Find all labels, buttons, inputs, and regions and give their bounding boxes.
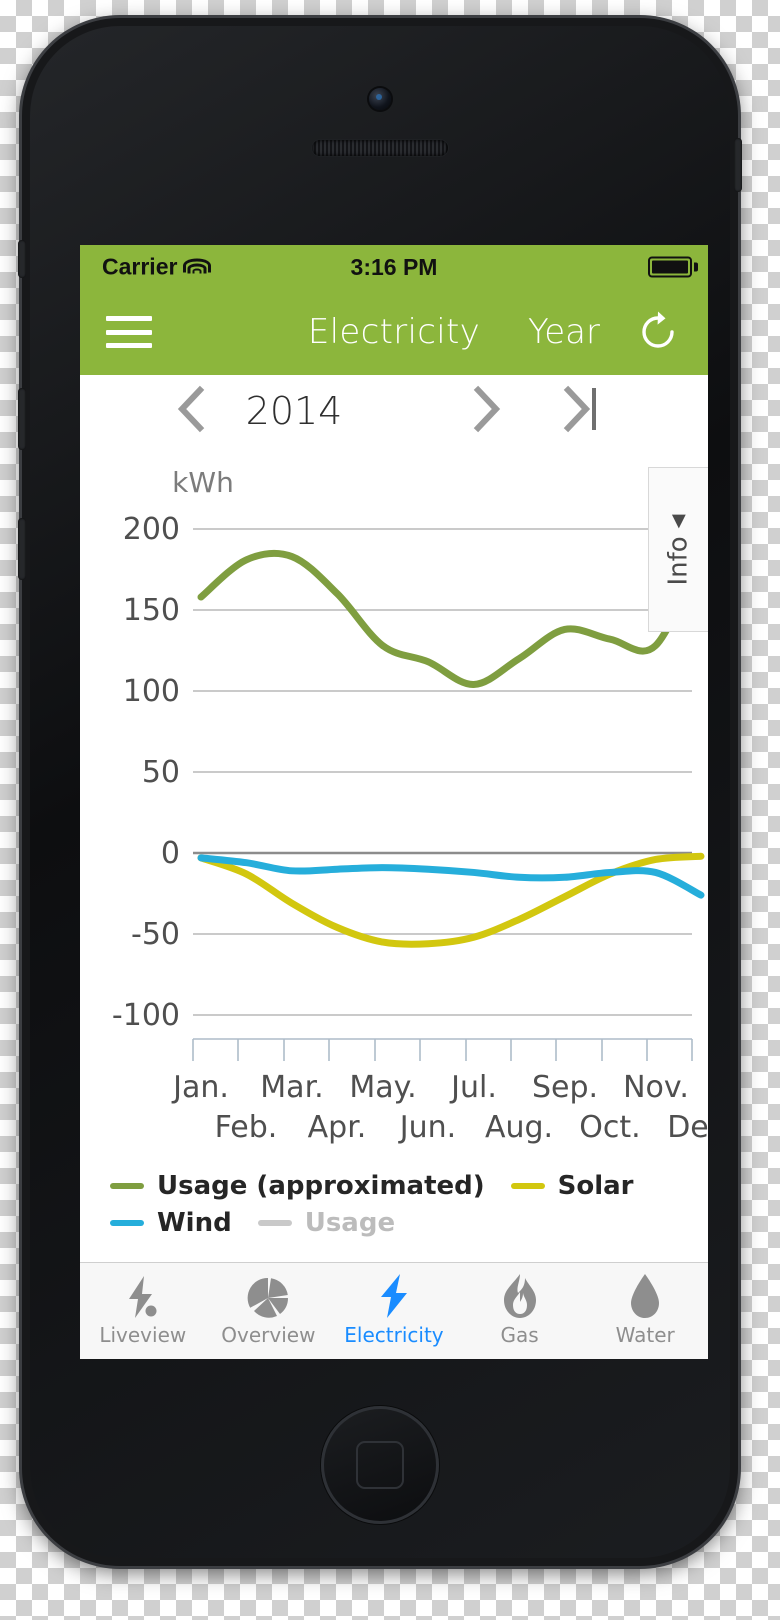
navigation-bar: Electricity Year [80, 289, 708, 375]
bottom-tab-bar: Liveview Overview Electricity Gas Water [80, 1262, 708, 1359]
tab-label-electricity: Electricity [344, 1323, 444, 1347]
legend-swatch-wind [110, 1219, 144, 1226]
xtick-dec: Dec. [667, 1110, 708, 1145]
ytick-n100: -100 [112, 998, 180, 1033]
x-axis [192, 1038, 693, 1061]
lightning-dot-icon [123, 1275, 163, 1319]
tab-label-liveview: Liveview [99, 1323, 187, 1347]
tab-label-gas: Gas [500, 1323, 539, 1347]
y-axis-unit-label: kWh [172, 466, 234, 499]
xtick-jul: Jul. [449, 1070, 497, 1105]
legend-swatch-usage [257, 1219, 292, 1226]
tab-label-overview: Overview [221, 1323, 316, 1347]
ytick-50: 50 [142, 755, 180, 790]
xtick-feb: Feb. [215, 1110, 278, 1145]
pie-chart-icon [247, 1275, 289, 1319]
xtick-jun: Jun. [398, 1110, 456, 1145]
refresh-icon[interactable] [634, 308, 682, 356]
xtick-nov: Nov. [623, 1070, 689, 1105]
tab-liveview[interactable]: Liveview [80, 1263, 206, 1359]
info-panel-label: Info [663, 535, 694, 586]
phone-device-frame: Carrier 3:16 PM Electricity Year 2014 kW… [18, 18, 742, 1566]
info-panel-tab[interactable]: Info ◀ [648, 467, 708, 632]
legend-label-usage: Usage [304, 1207, 396, 1238]
xtick-mar: Mar. [260, 1070, 323, 1105]
volume-up-button[interactable] [18, 388, 26, 450]
legend-swatch-solar [510, 1182, 545, 1189]
date-selector: 2014 [80, 375, 708, 447]
page-title: Electricity [307, 312, 481, 352]
legend-row-1: Usage (approximated) Solar [110, 1167, 708, 1204]
chart-canvas: kWh 200 150 100 50 0 -50 -100 Jan. Mar. … [112, 466, 708, 1145]
tab-water[interactable]: Water [582, 1263, 708, 1359]
tab-label-water: Water [615, 1323, 675, 1347]
xtick-aug: Aug. [485, 1110, 553, 1145]
xtick-sep: Sep. [532, 1070, 598, 1105]
mute-switch[interactable] [18, 240, 26, 278]
tab-electricity[interactable]: Electricity [331, 1263, 457, 1359]
xtick-may: May. [349, 1070, 416, 1105]
volume-down-button[interactable] [18, 518, 26, 580]
xtick-jan: Jan. [171, 1070, 229, 1105]
chart-legend: Usage (approximated) Solar Wind Usage [80, 1167, 708, 1253]
ytick-n50: -50 [131, 917, 180, 952]
x-axis-tick-labels: Jan. Mar. May. Jul. Sep. Nov. Feb. Apr. … [171, 1070, 708, 1145]
caret-left-icon: ◀ [667, 513, 689, 528]
tab-overview[interactable]: Overview [206, 1263, 332, 1359]
jump-to-latest-button[interactable] [560, 383, 606, 439]
period-selector-label[interactable]: Year [528, 312, 600, 352]
legend-swatch-usage-approximated [110, 1182, 144, 1189]
power-button[interactable] [734, 138, 742, 192]
ytick-200: 200 [123, 512, 180, 547]
legend-row-2: Wind Usage [110, 1204, 708, 1241]
earpiece-speaker [312, 140, 448, 156]
xtick-oct: Oct. [579, 1110, 640, 1145]
flame-icon [501, 1274, 539, 1319]
phone-screen: Carrier 3:16 PM Electricity Year 2014 kW… [80, 245, 708, 1359]
legend-item-solar[interactable]: Solar [510, 1170, 634, 1201]
legend-label-usage-approximated: Usage (approximated) [157, 1170, 485, 1201]
ytick-0: 0 [161, 836, 180, 871]
legend-item-usage-approximated[interactable]: Usage (approximated) [110, 1171, 485, 1201]
battery-icon [648, 256, 692, 278]
current-year-label: 2014 [245, 389, 343, 433]
status-bar: Carrier 3:16 PM [80, 245, 708, 289]
y-axis-tick-labels: 200 150 100 50 0 -50 -100 [112, 512, 180, 1033]
next-year-button[interactable] [466, 383, 506, 439]
legend-label-solar: Solar [557, 1170, 634, 1201]
series-line-usage-approximated [197, 549, 705, 689]
legend-item-usage[interactable]: Usage [257, 1207, 396, 1238]
legend-item-wind[interactable]: Wind [110, 1208, 232, 1238]
status-time: 3:16 PM [350, 253, 438, 280]
xtick-apr: Apr. [308, 1110, 367, 1145]
water-drop-icon [627, 1274, 663, 1319]
battery-cap-icon [694, 262, 698, 272]
front-camera-icon [369, 88, 391, 110]
home-button[interactable] [321, 1406, 439, 1524]
tab-gas[interactable]: Gas [457, 1263, 583, 1359]
lightning-bolt-icon [376, 1274, 412, 1319]
ytick-150: 150 [123, 593, 180, 628]
ytick-100: 100 [123, 674, 180, 709]
energy-chart[interactable]: kWh 200 150 100 50 0 -50 -100 Jan. Mar. … [80, 447, 708, 1167]
legend-label-wind: Wind [157, 1207, 232, 1238]
